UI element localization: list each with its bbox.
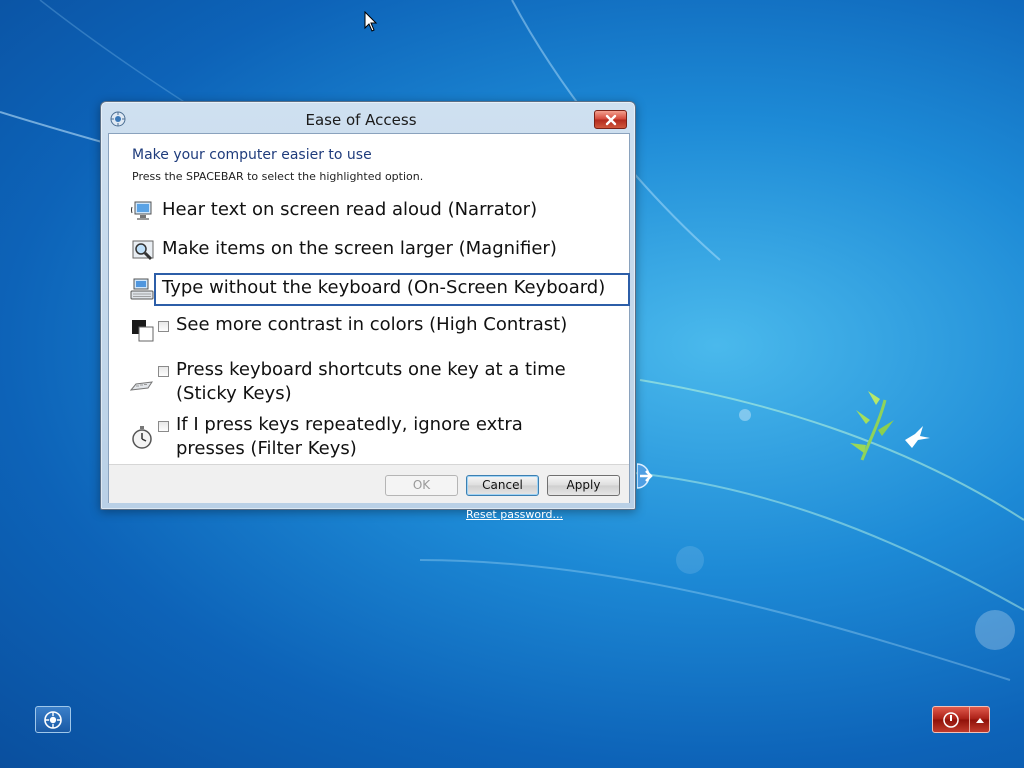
high-contrast-icon: [132, 320, 154, 342]
option-filter-keys[interactable]: If I press keys repeatedly, ignore extra…: [109, 413, 631, 463]
sticky-keys-icon: [130, 381, 154, 391]
chevron-up-icon: [975, 717, 984, 723]
option-magnifier[interactable]: Make items on the screen larger (Magnifi…: [109, 237, 631, 263]
ok-button[interactable]: OK: [385, 475, 458, 496]
stopwatch-icon: [132, 426, 152, 449]
option-sticky-keys-label-line1: Press keyboard shortcuts one key at a ti…: [176, 359, 566, 380]
option-magnifier-label: Make items on the screen larger (Magnifi…: [162, 238, 557, 259]
option-on-screen-keyboard[interactable]: Type without the keyboard (On-Screen Key…: [109, 276, 631, 302]
option-on-screen-keyboard-label: Type without the keyboard (On-Screen Key…: [162, 277, 606, 298]
apply-button[interactable]: Apply: [547, 475, 620, 496]
high-contrast-checkbox[interactable]: [158, 321, 169, 332]
option-high-contrast[interactable]: See more contrast in colors (High Contra…: [109, 313, 631, 343]
ease-of-access-dialog: Ease of Access Make your computer easier…: [100, 101, 636, 510]
power-icon: [943, 711, 959, 728]
filter-keys-checkbox[interactable]: [158, 421, 169, 432]
dialog-title: Ease of Access: [305, 111, 417, 129]
shutdown-controls: [932, 706, 990, 733]
option-narrator-label: Hear text on screen read aloud (Narrator…: [162, 199, 538, 220]
option-high-contrast-label: See more contrast in colors (High Contra…: [176, 314, 568, 335]
keyboard-icon: [130, 278, 154, 300]
close-icon: [605, 114, 616, 125]
dialog-content: Make your computer easier to use Press t…: [108, 133, 630, 503]
option-sticky-keys-label-line2: (Sticky Keys): [176, 383, 292, 404]
close-button[interactable]: [594, 110, 627, 129]
shutdown-button[interactable]: [933, 707, 970, 732]
title-bar[interactable]: Ease of Access: [101, 102, 635, 132]
option-filter-keys-label-line2: presses (Filter Keys): [176, 438, 357, 459]
reset-password-link[interactable]: Reset password...: [466, 508, 563, 521]
mouse-cursor-icon: [364, 11, 378, 32]
option-narrator[interactable]: Hear text on screen read aloud (Narrator…: [109, 198, 631, 224]
option-filter-keys-label-line1: If I press keys repeatedly, ignore extra: [176, 414, 523, 435]
submit-arrow-icon[interactable]: [637, 463, 659, 489]
ease-of-access-button[interactable]: [35, 706, 71, 733]
dialog-instruction: Press the SPACEBAR to select the highlig…: [132, 170, 424, 183]
dialog-heading: Make your computer easier to use: [132, 147, 372, 163]
shutdown-options-button[interactable]: [970, 707, 989, 732]
cancel-button[interactable]: Cancel: [466, 475, 539, 496]
dialog-footer: OK Cancel Apply: [109, 464, 629, 503]
narrator-icon: [131, 201, 152, 220]
option-sticky-keys[interactable]: Press keyboard shortcuts one key at a ti…: [109, 358, 631, 408]
ease-of-access-icon: [44, 710, 62, 729]
magnifier-icon: [132, 240, 154, 261]
sticky-keys-checkbox[interactable]: [158, 366, 169, 377]
